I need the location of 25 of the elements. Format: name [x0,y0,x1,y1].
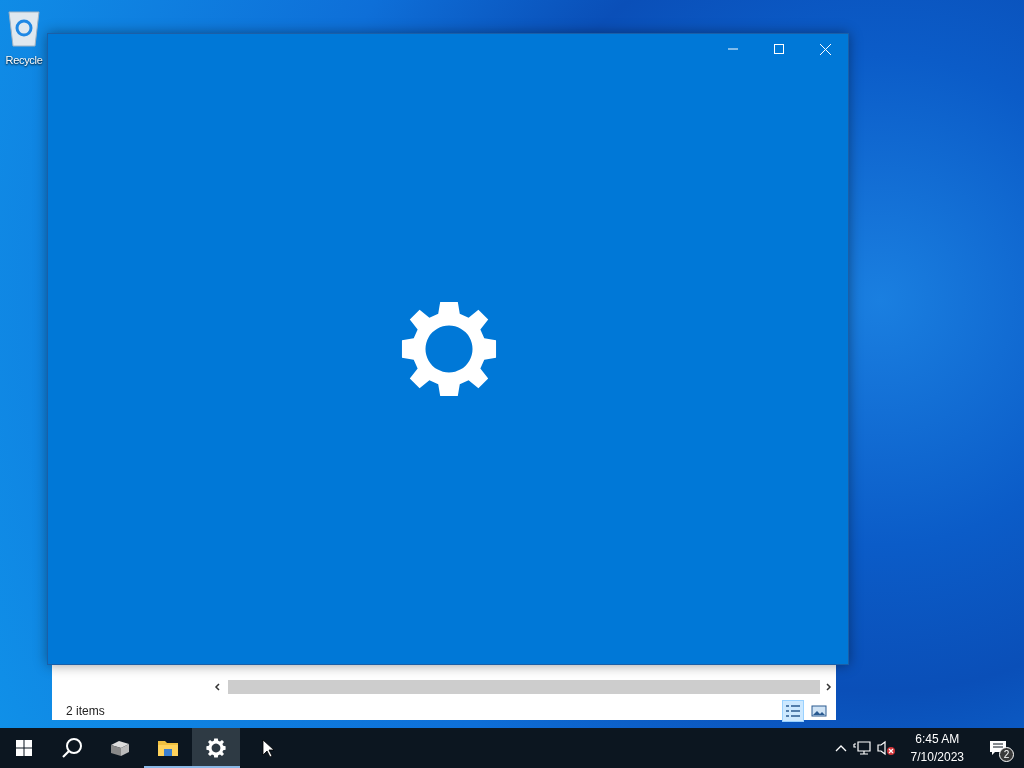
notification-count: 2 [999,747,1014,762]
notification-button[interactable]: 2 [978,728,1018,768]
desktop-icon-label[interactable]: Recycle [5,52,43,69]
clock-time[interactable]: 6:45 AM [915,730,960,748]
status-text: 2 items [66,703,105,720]
list-icon [785,704,801,718]
details-view-button[interactable] [782,700,804,722]
network-icon[interactable] [852,740,871,756]
mouse-pointer-icon [262,739,274,757]
search-icon [61,737,83,759]
clock-date[interactable]: 7/10/2023 [910,748,964,766]
horizontal-scrollbar[interactable] [228,680,820,694]
windows-icon [16,740,32,756]
folder-icon [157,739,179,757]
muted-speaker-icon[interactable] [876,740,897,756]
recycle-bin-icon[interactable] [6,8,42,48]
gear-icon [400,300,498,398]
maximize-icon [774,44,784,54]
close-icon [819,43,831,55]
chevron-up-icon[interactable] [834,744,847,752]
image-icon [811,705,827,717]
server-icon [109,739,131,757]
gear-icon [206,738,226,758]
settings-button[interactable] [192,728,240,768]
scroll-right-icon[interactable] [824,683,834,691]
